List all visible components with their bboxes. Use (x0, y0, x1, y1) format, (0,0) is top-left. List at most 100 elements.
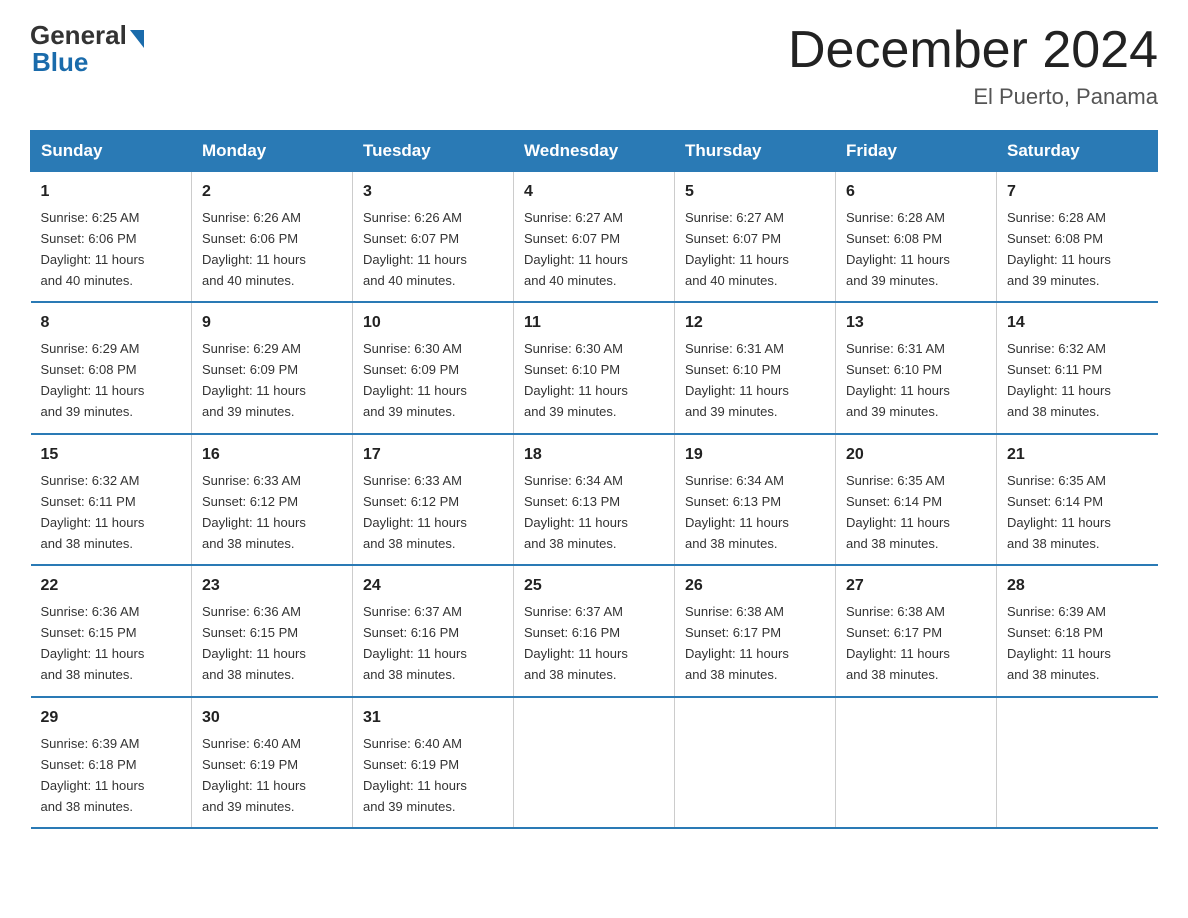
cell-week4-day0: 22 Sunrise: 6:36 AMSunset: 6:15 PMDayligh… (31, 565, 192, 696)
header-wednesday: Wednesday (514, 131, 675, 172)
day-number: 1 (41, 180, 182, 205)
day-info: Sunrise: 6:26 AMSunset: 6:06 PMDaylight:… (202, 210, 306, 288)
day-info: Sunrise: 6:37 AMSunset: 6:16 PMDaylight:… (363, 604, 467, 682)
day-info: Sunrise: 6:35 AMSunset: 6:14 PMDaylight:… (1007, 473, 1111, 551)
day-number: 21 (1007, 443, 1148, 468)
day-number: 4 (524, 180, 664, 205)
calendar-table: SundayMondayTuesdayWednesdayThursdayFrid… (30, 130, 1158, 829)
week-row-3: 15 Sunrise: 6:32 AMSunset: 6:11 PMDayligh… (31, 434, 1158, 565)
day-number: 28 (1007, 574, 1148, 599)
logo: General Blue (30, 20, 144, 78)
logo-arrow-icon (130, 30, 144, 48)
cell-week3-day5: 20 Sunrise: 6:35 AMSunset: 6:14 PMDayligh… (836, 434, 997, 565)
day-number: 25 (524, 574, 664, 599)
day-info: Sunrise: 6:36 AMSunset: 6:15 PMDaylight:… (41, 604, 145, 682)
cell-week1-day0: 1 Sunrise: 6:25 AMSunset: 6:06 PMDaylight… (31, 172, 192, 303)
cell-week2-day6: 14 Sunrise: 6:32 AMSunset: 6:11 PMDayligh… (997, 302, 1158, 433)
header-monday: Monday (192, 131, 353, 172)
week-row-5: 29Sunrise: 6:39 AMSunset: 6:18 PMDayligh… (31, 697, 1158, 828)
cell-week3-day2: 17 Sunrise: 6:33 AMSunset: 6:12 PMDayligh… (353, 434, 514, 565)
cell-week3-day1: 16 Sunrise: 6:33 AMSunset: 6:12 PMDayligh… (192, 434, 353, 565)
day-info: Sunrise: 6:29 AMSunset: 6:08 PMDaylight:… (41, 341, 145, 419)
header-saturday: Saturday (997, 131, 1158, 172)
day-number: 14 (1007, 311, 1148, 336)
week-row-1: 1 Sunrise: 6:25 AMSunset: 6:06 PMDaylight… (31, 172, 1158, 303)
day-info: Sunrise: 6:32 AMSunset: 6:11 PMDaylight:… (41, 473, 145, 551)
day-info: Sunrise: 6:28 AMSunset: 6:08 PMDaylight:… (846, 210, 950, 288)
day-info: Sunrise: 6:25 AMSunset: 6:06 PMDaylight:… (41, 210, 145, 288)
day-info: Sunrise: 6:39 AMSunset: 6:18 PMDaylight:… (1007, 604, 1111, 682)
cell-week4-day5: 27 Sunrise: 6:38 AMSunset: 6:17 PMDayligh… (836, 565, 997, 696)
day-number: 15 (41, 443, 182, 468)
day-number: 5 (685, 180, 825, 205)
day-number: 18 (524, 443, 664, 468)
day-number: 23 (202, 574, 342, 599)
cell-week1-day4: 5 Sunrise: 6:27 AMSunset: 6:07 PMDaylight… (675, 172, 836, 303)
day-info: Sunrise: 6:30 AMSunset: 6:09 PMDaylight:… (363, 341, 467, 419)
day-number: 22 (41, 574, 182, 599)
cell-week2-day0: 8 Sunrise: 6:29 AMSunset: 6:08 PMDaylight… (31, 302, 192, 433)
day-number: 16 (202, 443, 342, 468)
cell-week1-day3: 4Sunrise: 6:27 AMSunset: 6:07 PMDaylight… (514, 172, 675, 303)
day-number: 30 (202, 706, 342, 731)
day-number: 6 (846, 180, 986, 205)
cell-week1-day1: 2 Sunrise: 6:26 AMSunset: 6:06 PMDaylight… (192, 172, 353, 303)
location-text: El Puerto, Panama (788, 84, 1158, 110)
day-number: 9 (202, 311, 342, 336)
day-number: 10 (363, 311, 503, 336)
day-info: Sunrise: 6:29 AMSunset: 6:09 PMDaylight:… (202, 341, 306, 419)
day-number: 13 (846, 311, 986, 336)
day-number: 17 (363, 443, 503, 468)
title-block: December 2024 El Puerto, Panama (788, 20, 1158, 110)
cell-week4-day1: 23Sunrise: 6:36 AMSunset: 6:15 PMDayligh… (192, 565, 353, 696)
cell-week4-day4: 26 Sunrise: 6:38 AMSunset: 6:17 PMDayligh… (675, 565, 836, 696)
day-info: Sunrise: 6:38 AMSunset: 6:17 PMDaylight:… (846, 604, 950, 682)
day-number: 20 (846, 443, 986, 468)
day-number: 7 (1007, 180, 1148, 205)
cell-week4-day6: 28 Sunrise: 6:39 AMSunset: 6:18 PMDayligh… (997, 565, 1158, 696)
day-number: 27 (846, 574, 986, 599)
cell-week1-day5: 6 Sunrise: 6:28 AMSunset: 6:08 PMDaylight… (836, 172, 997, 303)
day-number: 31 (363, 706, 503, 731)
day-info: Sunrise: 6:40 AMSunset: 6:19 PMDaylight:… (363, 736, 467, 814)
cell-week2-day1: 9 Sunrise: 6:29 AMSunset: 6:09 PMDaylight… (192, 302, 353, 433)
day-number: 26 (685, 574, 825, 599)
header-sunday: Sunday (31, 131, 192, 172)
day-info: Sunrise: 6:34 AMSunset: 6:13 PMDaylight:… (685, 473, 789, 551)
day-info: Sunrise: 6:33 AMSunset: 6:12 PMDaylight:… (363, 473, 467, 551)
day-info: Sunrise: 6:30 AMSunset: 6:10 PMDaylight:… (524, 341, 628, 419)
day-info: Sunrise: 6:34 AMSunset: 6:13 PMDaylight:… (524, 473, 628, 551)
month-title: December 2024 (788, 20, 1158, 80)
cell-week5-day5 (836, 697, 997, 828)
cell-week5-day2: 31 Sunrise: 6:40 AMSunset: 6:19 PMDayligh… (353, 697, 514, 828)
cell-week5-day1: 30Sunrise: 6:40 AMSunset: 6:19 PMDayligh… (192, 697, 353, 828)
day-info: Sunrise: 6:26 AMSunset: 6:07 PMDaylight:… (363, 210, 467, 288)
day-number: 19 (685, 443, 825, 468)
cell-week1-day2: 3 Sunrise: 6:26 AMSunset: 6:07 PMDaylight… (353, 172, 514, 303)
day-info: Sunrise: 6:35 AMSunset: 6:14 PMDaylight:… (846, 473, 950, 551)
cell-week3-day6: 21 Sunrise: 6:35 AMSunset: 6:14 PMDayligh… (997, 434, 1158, 565)
cell-week4-day3: 25Sunrise: 6:37 AMSunset: 6:16 PMDayligh… (514, 565, 675, 696)
day-info: Sunrise: 6:38 AMSunset: 6:17 PMDaylight:… (685, 604, 789, 682)
day-number: 3 (363, 180, 503, 205)
day-number: 12 (685, 311, 825, 336)
day-info: Sunrise: 6:33 AMSunset: 6:12 PMDaylight:… (202, 473, 306, 551)
cell-week5-day4 (675, 697, 836, 828)
day-number: 29 (41, 706, 182, 731)
day-info: Sunrise: 6:31 AMSunset: 6:10 PMDaylight:… (846, 341, 950, 419)
header-tuesday: Tuesday (353, 131, 514, 172)
cell-week1-day6: 7Sunrise: 6:28 AMSunset: 6:08 PMDaylight… (997, 172, 1158, 303)
cell-week2-day3: 11Sunrise: 6:30 AMSunset: 6:10 PMDayligh… (514, 302, 675, 433)
cell-week4-day2: 24Sunrise: 6:37 AMSunset: 6:16 PMDayligh… (353, 565, 514, 696)
page-header: General Blue December 2024 El Puerto, Pa… (30, 20, 1158, 110)
week-row-2: 8 Sunrise: 6:29 AMSunset: 6:08 PMDaylight… (31, 302, 1158, 433)
cell-week3-day4: 19 Sunrise: 6:34 AMSunset: 6:13 PMDayligh… (675, 434, 836, 565)
header-friday: Friday (836, 131, 997, 172)
day-info: Sunrise: 6:27 AMSunset: 6:07 PMDaylight:… (685, 210, 789, 288)
cell-week2-day2: 10 Sunrise: 6:30 AMSunset: 6:09 PMDayligh… (353, 302, 514, 433)
day-number: 2 (202, 180, 342, 205)
week-row-4: 22 Sunrise: 6:36 AMSunset: 6:15 PMDayligh… (31, 565, 1158, 696)
day-number: 8 (41, 311, 182, 336)
header-thursday: Thursday (675, 131, 836, 172)
day-info: Sunrise: 6:32 AMSunset: 6:11 PMDaylight:… (1007, 341, 1111, 419)
